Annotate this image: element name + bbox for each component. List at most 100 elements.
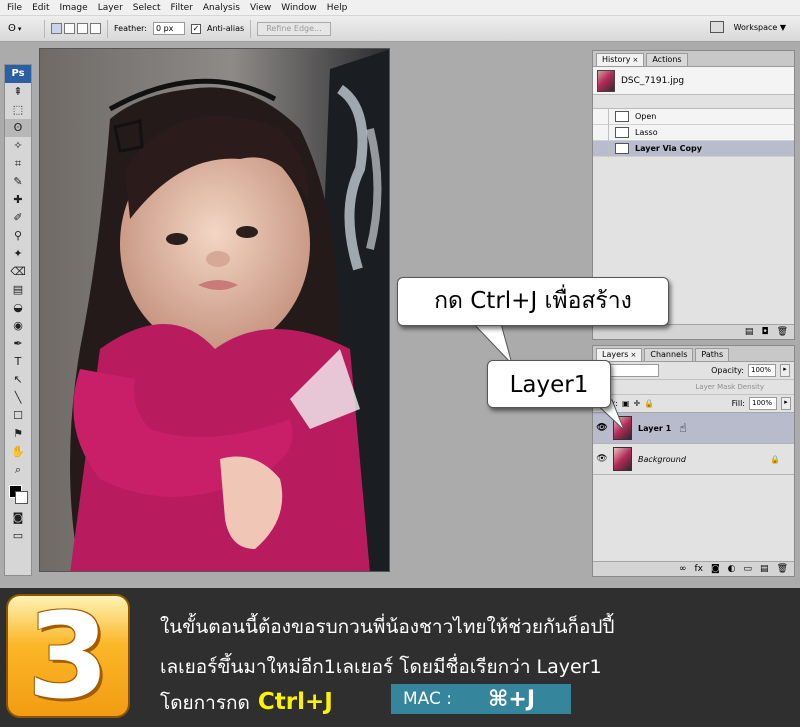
subtract-selection-button[interactable]: [77, 23, 88, 34]
add-selection-button[interactable]: [64, 23, 75, 34]
menu-window[interactable]: Window: [276, 3, 322, 13]
new-selection-button[interactable]: [51, 23, 62, 34]
history-brush-tool-icon[interactable]: ✦: [5, 245, 31, 263]
menu-layer[interactable]: Layer: [93, 3, 128, 13]
tools-panel: Ps ⇞ ⬚ ʘ ✧ ⌗ ✎ ✚ ✐ ⚲ ✦ ⌫ ▤ ◒ ◉ ✒ T ↖ ╲ ☐…: [4, 64, 32, 576]
stamp-tool-icon[interactable]: ⚲: [5, 227, 31, 245]
divider: [250, 19, 252, 38]
healing-tool-icon[interactable]: ✚: [5, 191, 31, 209]
eyedropper-tool-icon[interactable]: ✎: [5, 173, 31, 191]
zoom-tool-icon[interactable]: ⌕: [5, 461, 31, 479]
tab-actions[interactable]: Actions: [646, 53, 688, 66]
menu-view[interactable]: View: [245, 3, 276, 13]
type-tool-icon[interactable]: T: [5, 353, 31, 371]
history-tab-bar: History × Actions: [593, 51, 794, 67]
intersect-selection-button[interactable]: [90, 23, 101, 34]
mask-icon[interactable]: ◙: [711, 564, 720, 574]
new-layer-icon[interactable]: ▤: [760, 564, 769, 574]
tab-paths[interactable]: Paths: [695, 348, 730, 361]
step-number-badge: 3: [6, 594, 130, 718]
fx-icon[interactable]: fx: [694, 564, 703, 574]
menu-filter[interactable]: Filter: [166, 3, 198, 13]
tab-channels[interactable]: Channels: [644, 348, 694, 361]
line-tool-icon[interactable]: ╲: [5, 389, 31, 407]
new-document-icon[interactable]: ▤: [745, 327, 754, 337]
bridge-icon[interactable]: [709, 21, 724, 33]
document-canvas[interactable]: [39, 48, 390, 572]
marquee-tool-icon[interactable]: ⬚: [5, 101, 31, 119]
path-selection-tool-icon[interactable]: ↖: [5, 371, 31, 389]
trash-icon[interactable]: 🗑: [777, 564, 788, 574]
eye-icon[interactable]: 👁: [593, 454, 611, 464]
hand-tool-icon[interactable]: ✋: [5, 443, 31, 461]
notes-tool-icon[interactable]: ☐: [5, 407, 31, 425]
snapshot-thumbnail: [597, 69, 615, 92]
menu-file[interactable]: File: [2, 3, 27, 13]
dodge-tool-icon[interactable]: ◉: [5, 317, 31, 335]
history-spacer: [593, 95, 794, 109]
layer-row-background[interactable]: 👁 Background 🔒: [593, 444, 794, 475]
3d-tool-icon[interactable]: ⚑: [5, 425, 31, 443]
gradient-tool-icon[interactable]: ▤: [5, 281, 31, 299]
close-icon[interactable]: ×: [630, 351, 636, 359]
opacity-arrow-icon[interactable]: ▸: [780, 364, 790, 377]
link-icon[interactable]: ∞: [679, 564, 687, 574]
menu-edit[interactable]: Edit: [27, 3, 54, 13]
blur-tool-icon[interactable]: ◒: [5, 299, 31, 317]
shortcut-ctrl-j: Ctrl+J: [257, 689, 333, 715]
divider: [107, 19, 108, 38]
lock-move-icon[interactable]: ✛: [634, 399, 641, 408]
lasso-tool-icon[interactable]: ʘ: [5, 119, 31, 137]
menu-help[interactable]: Help: [322, 3, 353, 13]
hand-cursor-icon: ☝: [679, 421, 687, 435]
options-bar: ʘ ▾ Feather: 0 px ✓ Anti-alias Refine Ed…: [0, 16, 800, 42]
divider: [44, 19, 45, 38]
fill-input[interactable]: 100%: [749, 397, 777, 410]
color-swatches: [5, 479, 31, 509]
close-icon[interactable]: ×: [632, 56, 638, 64]
instruction-line-2: เลเยอร์ขึ้นมาใหม่อีก1เลเยอร์ โดยมีชื่อเร…: [160, 656, 602, 678]
group-icon[interactable]: ▭: [744, 564, 753, 574]
screen-mode-icon[interactable]: ▭: [5, 527, 31, 545]
history-footer: ▤ ◘ 🗑: [593, 324, 794, 339]
layer-name: Background: [638, 454, 686, 464]
fill-arrow-icon[interactable]: ▸: [781, 397, 791, 410]
history-step-lasso[interactable]: Lasso: [593, 124, 794, 141]
lock-all-icon[interactable]: 🔒: [644, 399, 654, 408]
camera-icon[interactable]: ◘: [761, 327, 768, 337]
lasso-tool-preset[interactable]: ʘ ▾: [8, 20, 38, 38]
refine-edge-button[interactable]: Refine Edge...: [257, 21, 331, 36]
history-snapshot[interactable]: DSC_7191.jpg: [593, 67, 794, 95]
trash-icon[interactable]: 🗑: [777, 327, 788, 337]
callout-layer1: Layer1: [487, 360, 611, 408]
move-tool-icon[interactable]: ⇞: [5, 83, 31, 101]
history-step-layer-via-copy[interactable]: Layer Via Copy: [593, 140, 794, 157]
workspace-menu[interactable]: Workspace ▼: [734, 23, 786, 32]
menu-bar: File Edit Image Layer Select Filter Anal…: [0, 0, 800, 16]
opacity-input[interactable]: 100%: [748, 364, 776, 377]
antialias-checkbox[interactable]: ✓: [190, 23, 201, 34]
snapshot-label: DSC_7191.jpg: [621, 75, 685, 86]
adjustment-icon[interactable]: ◐: [728, 564, 736, 574]
ps-logo[interactable]: Ps: [5, 65, 31, 83]
history-step-open[interactable]: Open: [593, 108, 794, 125]
eraser-tool-icon[interactable]: ⌫: [5, 263, 31, 281]
menu-select[interactable]: Select: [128, 3, 166, 13]
brush-tool-icon[interactable]: ✐: [5, 209, 31, 227]
history-brush-source[interactable]: [593, 140, 609, 157]
instruction-line-3: โดยการกด Ctrl+J: [160, 688, 333, 718]
tab-history[interactable]: History ×: [596, 53, 645, 66]
menu-image[interactable]: Image: [55, 3, 93, 13]
history-brush-source[interactable]: [593, 124, 609, 141]
background-color-swatch[interactable]: [15, 491, 28, 504]
photo-girl: [40, 49, 389, 571]
history-brush-source[interactable]: [593, 108, 609, 125]
quick-mask-icon[interactable]: ◙: [5, 509, 31, 527]
pen-tool-icon[interactable]: ✒: [5, 335, 31, 353]
magic-wand-tool-icon[interactable]: ✧: [5, 137, 31, 155]
feather-input[interactable]: 0 px: [152, 22, 185, 35]
mac-shortcut-box: MAC : ⌘+J: [391, 684, 571, 714]
crop-tool-icon[interactable]: ⌗: [5, 155, 31, 173]
open-icon: [615, 111, 629, 122]
menu-analysis[interactable]: Analysis: [198, 3, 245, 13]
